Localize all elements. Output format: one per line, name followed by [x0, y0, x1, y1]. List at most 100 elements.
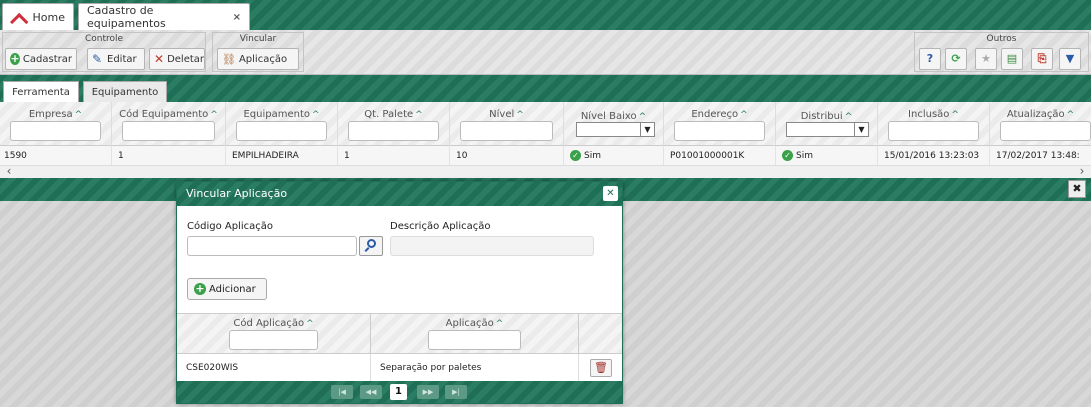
- adicionar-label: Adicionar: [209, 283, 256, 295]
- col-cod-equipamento-label: Cód Equipamento: [119, 109, 209, 120]
- toolbar: Controle + Cadastrar ✎ Editar ✕ Deletar …: [0, 30, 1091, 75]
- col-empresa-label: Empresa: [28, 109, 73, 120]
- cell-inclusao: 15/01/2016 13:23:03: [878, 146, 990, 166]
- filter-aplicacao[interactable]: [428, 330, 521, 350]
- tab-cadastro-equipamentos[interactable]: Cadastro de equipamentos ×: [78, 3, 250, 30]
- tab-home-label: Home: [32, 10, 65, 24]
- col-equipamento[interactable]: Equipamento ^: [226, 102, 338, 146]
- tools-icon[interactable]: ✖: [1068, 180, 1086, 198]
- filter-atualizacao[interactable]: [1000, 121, 1091, 141]
- pager: |◀ ◀◀ 1 ▶▶ ▶|: [177, 381, 622, 403]
- cell-cod-equipamento: 1: [112, 146, 226, 166]
- filter-cod-aplicacao[interactable]: [229, 330, 318, 350]
- col-actions: [579, 314, 622, 354]
- sort-icon: ^: [415, 110, 423, 120]
- plus-icon: +: [10, 52, 20, 65]
- col-inclusao[interactable]: Inclusão ^: [878, 102, 990, 146]
- close-icon[interactable]: ×: [233, 12, 241, 23]
- tab-equipamento[interactable]: Equipamento: [83, 81, 167, 102]
- editar-label: Editar: [107, 53, 137, 65]
- sort-icon: ^: [1066, 110, 1075, 120]
- cadastrar-button[interactable]: + Cadastrar: [5, 48, 77, 70]
- vincular-aplicacao-dialog: Vincular Aplicação ✕ Código Aplicação De…: [176, 181, 623, 404]
- refresh-icon[interactable]: ⟳: [945, 48, 967, 70]
- delete-x-icon: ✕: [154, 52, 165, 66]
- col-atualizacao[interactable]: Atualização ^: [990, 102, 1091, 146]
- group-outros-title: Outros: [986, 34, 1017, 44]
- sort-icon: ^: [306, 319, 314, 329]
- cell-aplicacao: Separação por paletes: [371, 354, 579, 382]
- close-icon[interactable]: ✕: [603, 186, 618, 201]
- excel-icon[interactable]: ▤: [1001, 48, 1023, 70]
- cell-cod-aplicacao: CSE020WIS: [177, 354, 371, 382]
- col-nivel[interactable]: Nível ^: [450, 102, 564, 146]
- col-cod-aplicacao[interactable]: Cód Aplicação ^: [177, 314, 371, 354]
- pdf-icon[interactable]: ⎘: [1031, 48, 1053, 70]
- help-icon[interactable]: ?: [919, 48, 941, 70]
- next-page-button[interactable]: ▶▶: [417, 385, 439, 399]
- col-nivel-baixo[interactable]: Nível Baixo ^ ▼: [564, 102, 664, 146]
- sort-icon: ^: [951, 110, 959, 120]
- aplicacao-button[interactable]: ⛓ Aplicação: [217, 48, 299, 70]
- scroll-right-icon[interactable]: ›: [1075, 165, 1089, 178]
- col-endereco[interactable]: Endereço ^: [664, 102, 776, 146]
- chevron-down-icon: ▼: [854, 123, 868, 136]
- col-distribui[interactable]: Distribui ^ ▼: [776, 102, 878, 146]
- aplicacao-table: Cód Aplicação ^ Aplicação ^ CSE020WIS Sepa…: [177, 313, 622, 382]
- sort-icon: ^: [495, 319, 504, 329]
- check-icon: ✓: [570, 150, 581, 161]
- col-nivel-label: Nível: [489, 109, 515, 120]
- cell-endereco: P01001000001K: [664, 146, 776, 166]
- col-qt-palete[interactable]: Qt. Palete ^: [338, 102, 450, 146]
- filter-cod-equipamento[interactable]: [122, 121, 215, 141]
- col-atualizacao-label: Atualização: [1006, 109, 1065, 120]
- filter-nivel[interactable]: [460, 121, 553, 141]
- cell-distribui-text: Sim: [796, 151, 813, 161]
- codigo-aplicacao-input[interactable]: [187, 236, 357, 256]
- star-icon[interactable]: ★: [975, 48, 997, 70]
- select-distribui[interactable]: ▼: [786, 122, 869, 137]
- prev-page-button[interactable]: ◀◀: [360, 385, 382, 399]
- first-page-button[interactable]: |◀: [331, 385, 353, 399]
- col-inclusao-label: Inclusão: [908, 109, 950, 120]
- cell-nivel: 10: [450, 146, 564, 166]
- col-aplicacao[interactable]: Aplicação ^: [371, 314, 579, 354]
- chevron-down-icon: ▼: [640, 123, 654, 136]
- current-page[interactable]: 1: [390, 384, 407, 400]
- link-icon: ⛓: [222, 52, 236, 66]
- last-page-button[interactable]: ▶|: [445, 385, 467, 399]
- scroll-left-icon[interactable]: ‹: [2, 165, 16, 178]
- delete-row-button[interactable]: 🗑: [590, 359, 612, 377]
- deletar-button[interactable]: ✕ Deletar: [149, 48, 205, 70]
- dialog-title: Vincular Aplicação: [186, 187, 288, 200]
- group-vincular: Vincular ⛓ Aplicação: [212, 32, 304, 72]
- horizontal-scrollbar[interactable]: ‹ ›: [0, 165, 1091, 178]
- col-cod-equipamento[interactable]: Cód Equipamento ^: [112, 102, 226, 146]
- table-row[interactable]: 1590 1 EMPILHADEIRA 1 10 ✓ Sim P010010000…: [0, 146, 1091, 166]
- codigo-aplicacao-label: Código Aplicação: [187, 221, 273, 232]
- sort-icon: ^: [311, 110, 320, 120]
- cell-atualizacao: 17/02/2017 13:48:: [996, 151, 1080, 161]
- col-cod-aplicacao-label: Cód Aplicação: [233, 318, 305, 329]
- adicionar-button[interactable]: + Adicionar: [187, 278, 267, 300]
- col-endereco-label: Endereço: [691, 109, 739, 120]
- descricao-aplicacao-input: [390, 236, 594, 256]
- col-nivel-baixo-label: Nível Baixo: [580, 111, 637, 122]
- filter-inclusao[interactable]: [888, 121, 979, 141]
- filter-qt-palete[interactable]: [348, 121, 439, 141]
- editar-button[interactable]: ✎ Editar: [87, 48, 145, 70]
- tab-home[interactable]: Home: [2, 3, 74, 30]
- col-empresa[interactable]: Empresa ^: [0, 102, 112, 146]
- sort-icon: ^: [210, 110, 218, 120]
- section-tab-bar: Ferramenta Equipamento: [0, 75, 1091, 102]
- tab-ferramenta[interactable]: Ferramenta: [3, 81, 79, 102]
- filter-equipamento[interactable]: [236, 121, 327, 141]
- sort-icon: ^: [516, 110, 524, 120]
- search-button[interactable]: [359, 236, 383, 256]
- tab-cadastro-label: Cadastro de equipamentos: [87, 4, 166, 30]
- filter-icon[interactable]: ▼: [1059, 48, 1081, 70]
- filter-endereco[interactable]: [674, 121, 765, 141]
- filter-empresa[interactable]: [10, 121, 101, 141]
- select-nivel-baixo[interactable]: ▼: [576, 122, 655, 137]
- dialog-header: Vincular Aplicação ✕: [177, 182, 622, 206]
